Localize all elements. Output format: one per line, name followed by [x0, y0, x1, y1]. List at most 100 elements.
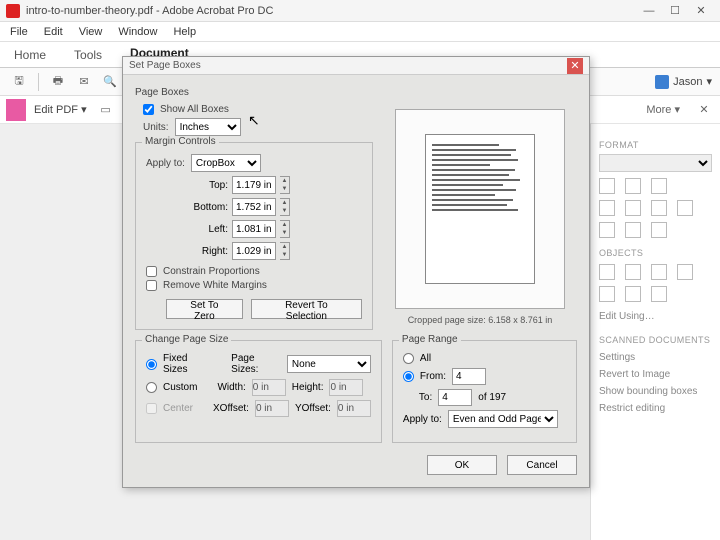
settings-link[interactable]: Settings — [599, 349, 712, 366]
rotate-cw-icon[interactable] — [651, 264, 667, 280]
custom-radio[interactable] — [146, 382, 157, 393]
revert-selection-button[interactable]: Revert To Selection — [251, 299, 362, 319]
fixed-sizes-label: Fixed Sizes — [163, 353, 211, 375]
menu-edit[interactable]: Edit — [38, 24, 69, 40]
preview-page — [425, 134, 535, 284]
width-label: Width: — [217, 382, 245, 393]
from-radio[interactable] — [403, 371, 414, 382]
right-label: Right: — [184, 246, 228, 257]
menu-file[interactable]: File — [4, 24, 34, 40]
yoffset-input — [337, 400, 371, 417]
crop-obj-icon[interactable] — [599, 286, 615, 302]
ok-button[interactable]: OK — [427, 455, 497, 475]
page-sizes-select[interactable]: None — [287, 355, 371, 373]
align-left-icon[interactable] — [599, 200, 615, 216]
all-label: All — [420, 353, 431, 364]
margin-controls-label: Margin Controls — [142, 136, 219, 147]
separator — [38, 73, 39, 91]
center-checkbox — [146, 403, 157, 414]
range-apply-label: Apply to: — [403, 414, 442, 425]
fixed-sizes-radio[interactable] — [146, 359, 157, 370]
remove-white-checkbox[interactable] — [146, 280, 157, 291]
set-to-zero-button[interactable]: Set To Zero — [166, 299, 243, 319]
color-icon[interactable] — [651, 178, 667, 194]
menu-window[interactable]: Window — [112, 24, 163, 40]
indent-icon[interactable] — [651, 222, 667, 238]
crop-icon[interactable]: ▭ — [95, 99, 117, 121]
flip-h-icon[interactable] — [599, 264, 615, 280]
custom-label: Custom — [163, 382, 197, 393]
constrain-checkbox[interactable] — [146, 266, 157, 277]
apply-to-label: Apply to: — [146, 158, 185, 169]
flip-v-icon[interactable] — [625, 264, 641, 280]
search-icon[interactable]: 🔍 — [99, 71, 121, 93]
menu-view[interactable]: View — [73, 24, 109, 40]
preview-area: Cropped page size: 6.158 x 8.761 in — [385, 109, 575, 325]
more-dropdown[interactable]: More ▾ — [640, 101, 686, 118]
remove-white-label: Remove White Margins — [163, 280, 267, 291]
height-input — [329, 379, 363, 396]
section-format: FORMAT — [599, 140, 712, 150]
cancel-button[interactable]: Cancel — [507, 455, 577, 475]
show-all-boxes-checkbox[interactable] — [143, 104, 154, 115]
bottom-label: Bottom: — [184, 202, 228, 213]
width-input — [252, 379, 286, 396]
left-input[interactable] — [232, 220, 276, 238]
bold-icon[interactable] — [599, 178, 615, 194]
edit-using-link[interactable]: Edit Using… — [599, 308, 712, 325]
top-input[interactable] — [232, 176, 276, 194]
right-input[interactable] — [232, 242, 276, 260]
all-radio[interactable] — [403, 353, 414, 364]
window-titlebar: intro-to-number-theory.pdf - Adobe Acrob… — [0, 0, 720, 22]
menu-help[interactable]: Help — [167, 24, 202, 40]
tab-home[interactable]: Home — [6, 43, 54, 67]
user-menu[interactable]: Jason ▾ — [655, 75, 712, 89]
tab-tools[interactable]: Tools — [66, 43, 110, 67]
arrange-icon[interactable] — [651, 286, 667, 302]
range-apply-select[interactable]: Even and Odd Pages — [448, 410, 558, 428]
chevron-down-icon: ▾ — [706, 75, 712, 88]
yoffset-label: YOffset: — [295, 403, 331, 414]
replace-icon[interactable] — [625, 286, 641, 302]
right-panel: FORMAT OBJECTS Edit Using… SCANNED DOCUM… — [590, 124, 720, 540]
print-icon[interactable]: 🖶 — [47, 71, 69, 93]
to-input[interactable] — [438, 389, 472, 406]
bottom-spinner[interactable]: ▲▼ — [280, 198, 290, 216]
restrict-edit-link[interactable]: Restrict editing — [599, 400, 712, 417]
save-icon[interactable]: 🖫 — [8, 71, 30, 93]
from-input[interactable] — [452, 368, 486, 385]
revert-image-link[interactable]: Revert to Image — [599, 366, 712, 383]
list-icon[interactable] — [599, 222, 615, 238]
menubar: File Edit View Window Help — [0, 22, 720, 42]
bottom-input[interactable] — [232, 198, 276, 216]
right-spinner[interactable]: ▲▼ — [280, 242, 290, 260]
left-label: Left: — [184, 224, 228, 235]
edit-pdf-dropdown[interactable]: Edit PDF ▾ — [34, 103, 87, 116]
units-select[interactable]: Inches — [175, 118, 241, 136]
align-justify-icon[interactable] — [677, 200, 693, 216]
dialog-close-icon[interactable]: ✕ — [567, 58, 583, 74]
left-spinner[interactable]: ▲▼ — [280, 220, 290, 238]
constrain-label: Constrain Proportions — [163, 266, 260, 277]
font-select[interactable] — [599, 154, 712, 172]
align-center-icon[interactable] — [625, 200, 641, 216]
top-spinner[interactable]: ▲▼ — [280, 176, 290, 194]
show-bbox-link[interactable]: Show bounding boxes — [599, 383, 712, 400]
apply-to-select[interactable]: CropBox — [191, 154, 261, 172]
mail-icon[interactable]: ✉ — [73, 71, 95, 93]
close-panel-icon[interactable]: ✕ — [694, 100, 714, 120]
rotate-ccw-icon[interactable] — [677, 264, 693, 280]
center-label: Center — [163, 403, 193, 414]
minimize-button[interactable]: — — [636, 1, 662, 21]
app-icon — [6, 4, 20, 18]
maximize-button[interactable]: ☐ — [662, 1, 688, 21]
close-window-button[interactable]: ✕ — [688, 1, 714, 21]
show-all-boxes-label: Show All Boxes — [160, 104, 229, 115]
italic-icon[interactable] — [625, 178, 641, 194]
of-total-label: of 197 — [478, 392, 506, 403]
change-page-size-label: Change Page Size — [142, 334, 231, 345]
spacing-icon[interactable] — [625, 222, 641, 238]
top-label: Top: — [184, 180, 228, 191]
height-label: Height: — [292, 382, 324, 393]
align-right-icon[interactable] — [651, 200, 667, 216]
